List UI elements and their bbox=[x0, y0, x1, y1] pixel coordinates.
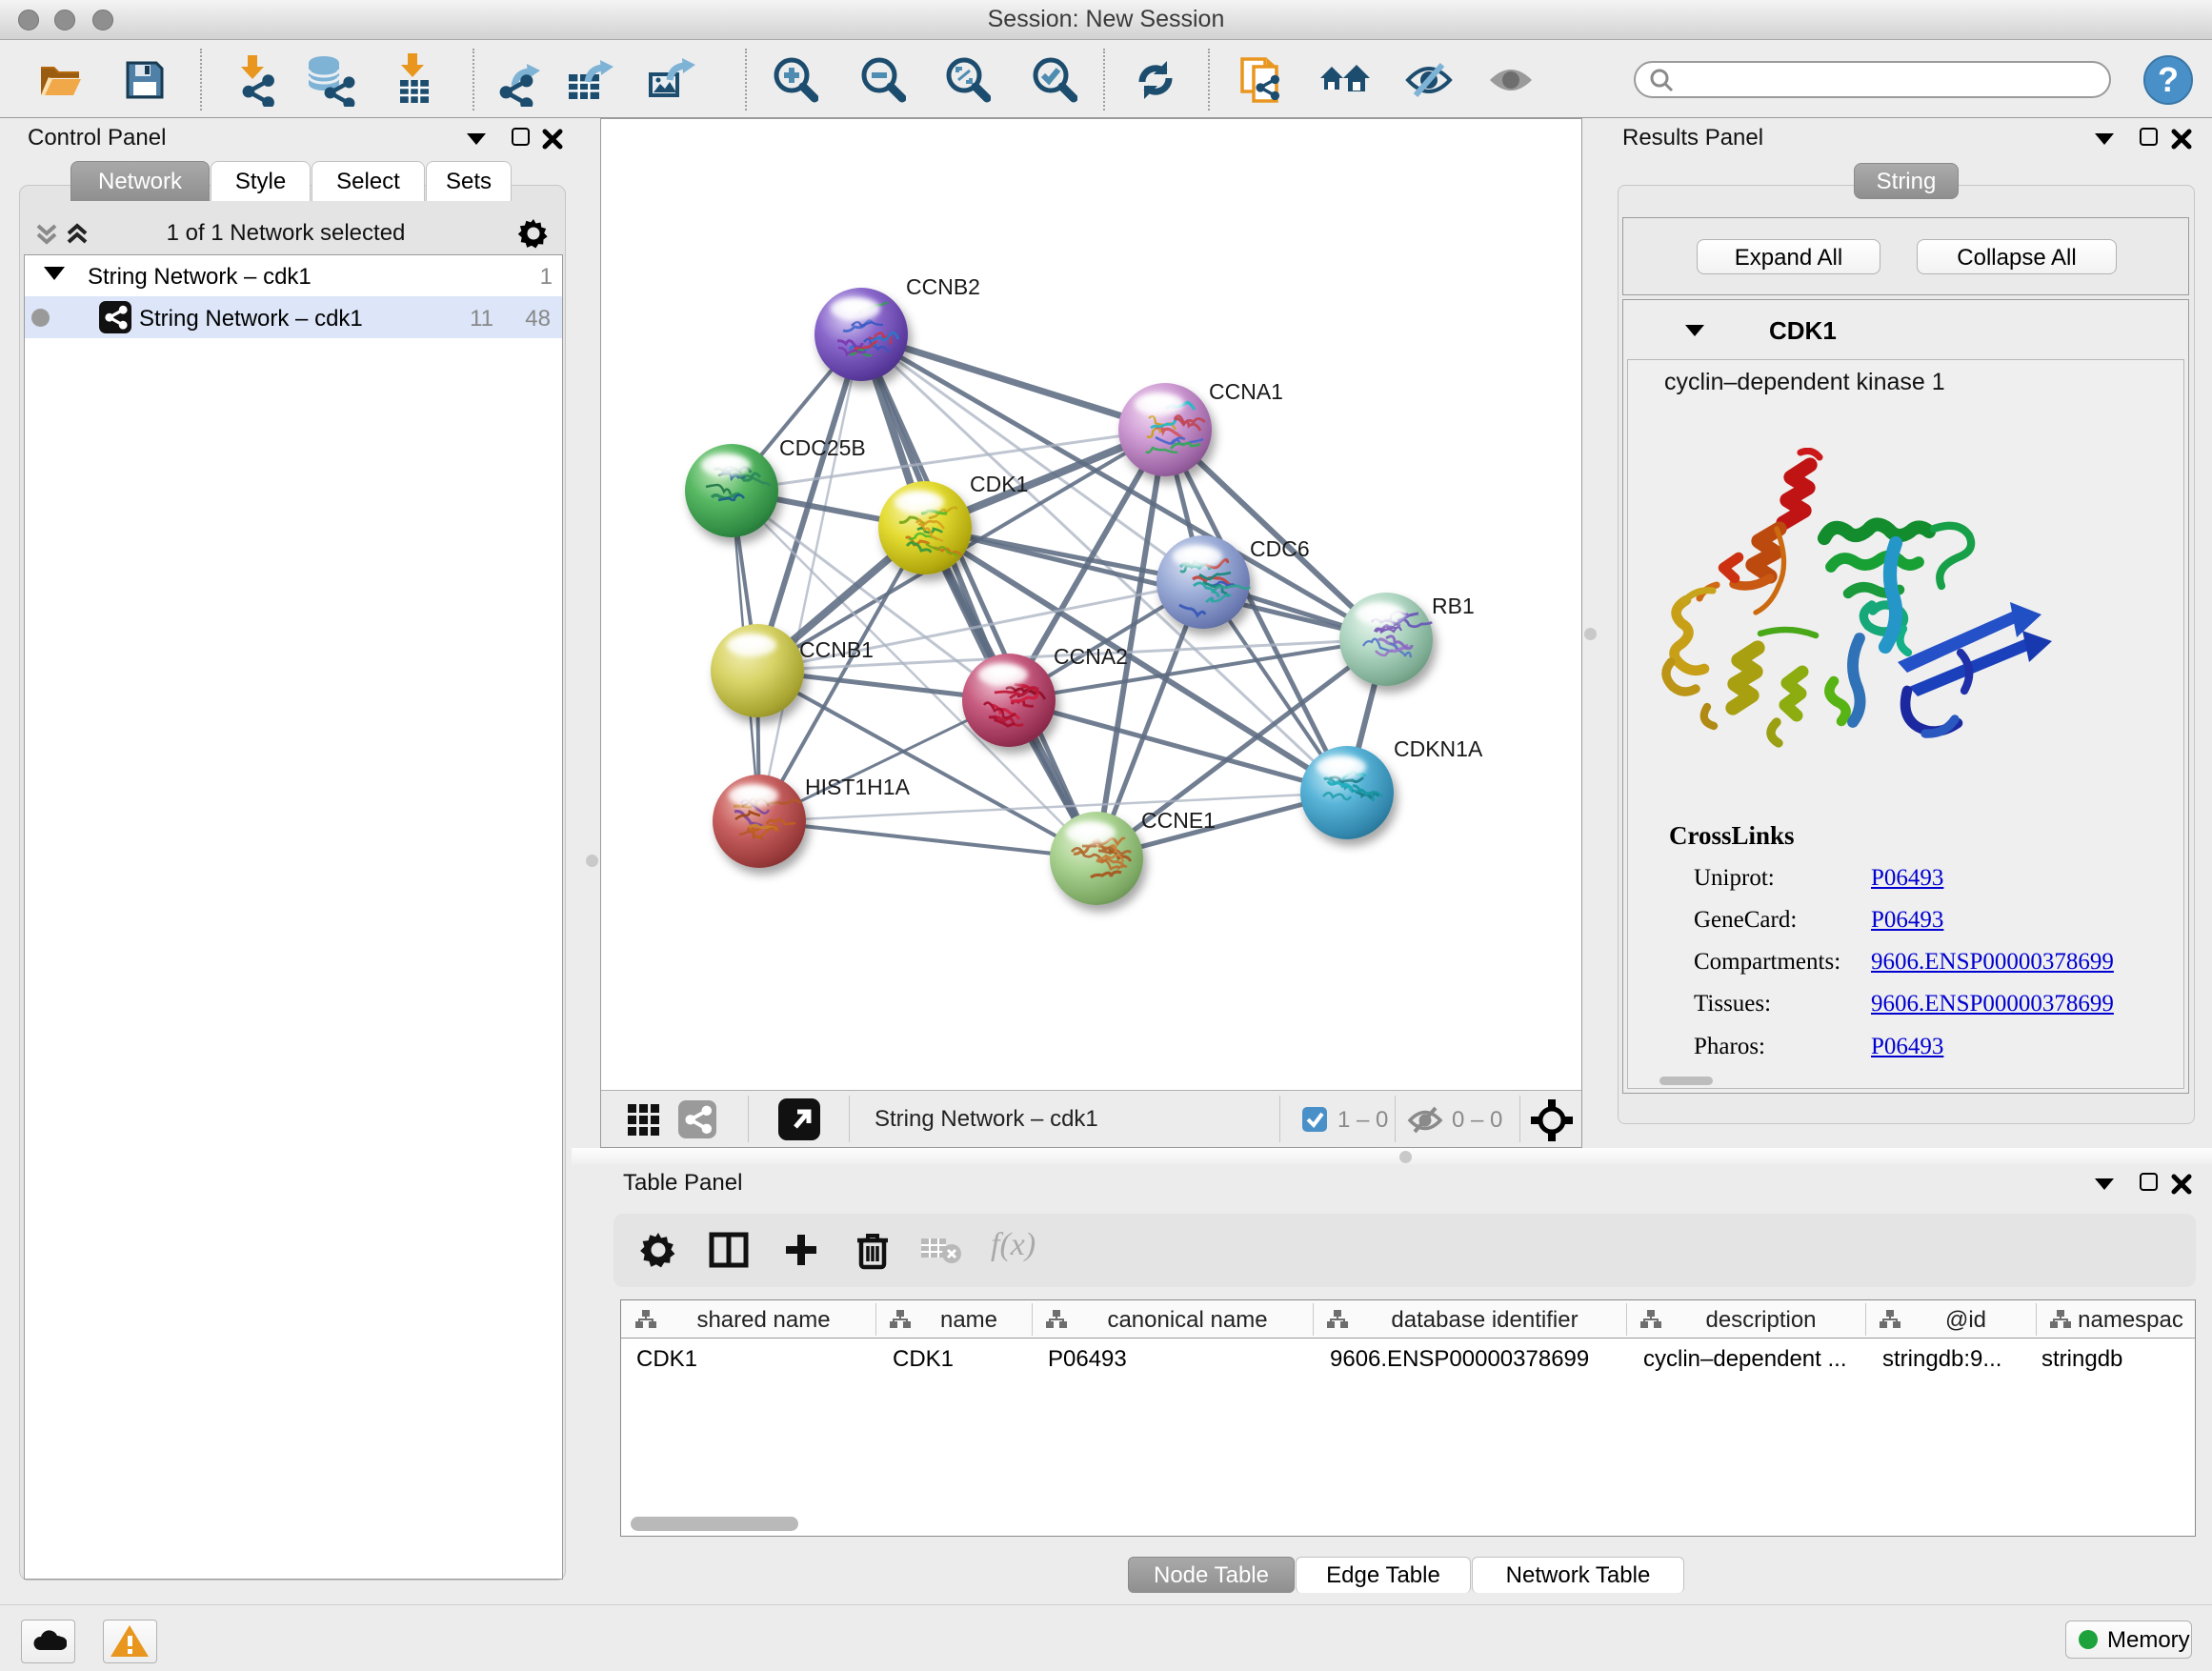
svg-text:CCNB1: CCNB1 bbox=[799, 637, 874, 662]
svg-text:CCNE1: CCNE1 bbox=[1141, 808, 1216, 833]
svg-text:CCNA1: CCNA1 bbox=[1209, 379, 1283, 404]
svg-text:HIST1H1A: HIST1H1A bbox=[805, 775, 911, 799]
svg-text:CDK1: CDK1 bbox=[970, 472, 1028, 496]
svg-text:CCNA2: CCNA2 bbox=[1054, 644, 1128, 669]
svg-text:RB1: RB1 bbox=[1432, 594, 1475, 618]
svg-text:CCNB2: CCNB2 bbox=[906, 274, 980, 299]
svg-text:CDKN1A: CDKN1A bbox=[1394, 736, 1483, 761]
svg-text:CDC25B: CDC25B bbox=[779, 435, 866, 460]
svg-text:CDC6: CDC6 bbox=[1250, 536, 1310, 561]
